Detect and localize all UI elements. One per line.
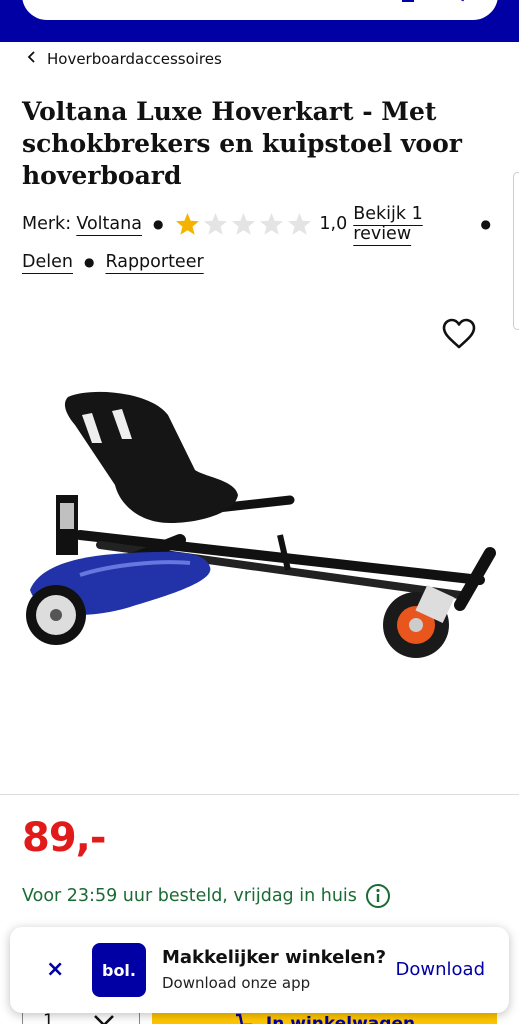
delivery-text: Voor 23:59 uur besteld, vrijdag in huis bbox=[22, 886, 357, 906]
rating-stars bbox=[174, 211, 313, 238]
app-banner: × bol. Makkelijker winkelen? Download on… bbox=[10, 927, 509, 1013]
download-app-button[interactable]: Download bbox=[396, 959, 485, 980]
add-to-cart-label: In winkelwagen bbox=[265, 1014, 416, 1024]
product-image[interactable] bbox=[20, 385, 500, 685]
share-link[interactable]: Delen bbox=[22, 252, 73, 272]
brand-label: Merk: bbox=[22, 214, 72, 234]
separator-dot: ● bbox=[480, 217, 491, 231]
chevron-left-icon bbox=[27, 50, 37, 68]
product-title: Voltana Luxe Hoverkart - Met schokbreker… bbox=[22, 97, 462, 190]
search-icon[interactable] bbox=[444, 0, 468, 9]
breadcrumb-label[interactable]: Hoverboardaccessoires bbox=[47, 50, 222, 68]
banner-title: Makkelijker winkelen? bbox=[162, 947, 387, 968]
star-empty-icon bbox=[260, 212, 284, 235]
report-link[interactable]: Rapporteer bbox=[105, 252, 203, 272]
barcode-icon[interactable] bbox=[400, 0, 416, 9]
star-empty-icon bbox=[204, 212, 228, 235]
separator-dot: ● bbox=[152, 217, 164, 231]
breadcrumb[interactable]: Hoverboardaccessoires bbox=[27, 49, 222, 69]
wishlist-heart-icon[interactable] bbox=[442, 318, 476, 350]
chevron-down-icon bbox=[93, 1013, 115, 1024]
star-filled-icon bbox=[176, 212, 200, 235]
bol-logo: bol. bbox=[92, 943, 146, 997]
header-bar bbox=[0, 0, 519, 42]
cart-icon bbox=[234, 1013, 256, 1024]
info-icon[interactable] bbox=[365, 883, 391, 909]
rating-value: 1,0 bbox=[319, 214, 348, 234]
brand-link[interactable]: Voltana bbox=[76, 214, 142, 234]
delivery-info: Voor 23:59 uur besteld, vrijdag in huis bbox=[22, 883, 391, 909]
star-empty-icon bbox=[232, 212, 256, 235]
reviews-link[interactable]: Bekijk 1 review bbox=[353, 204, 469, 244]
search-input[interactable] bbox=[22, 0, 498, 20]
close-icon[interactable]: × bbox=[46, 957, 64, 982]
separator-dot: ● bbox=[83, 255, 95, 269]
star-empty-icon bbox=[288, 212, 312, 235]
price: 89,- bbox=[22, 815, 106, 861]
scrollbar[interactable] bbox=[513, 172, 519, 330]
banner-subtitle: Download onze app bbox=[162, 974, 311, 992]
product-meta: Merk: Voltana ● 1,0 Bekijk 1 review ● De… bbox=[22, 204, 502, 276]
section-divider bbox=[0, 794, 519, 795]
